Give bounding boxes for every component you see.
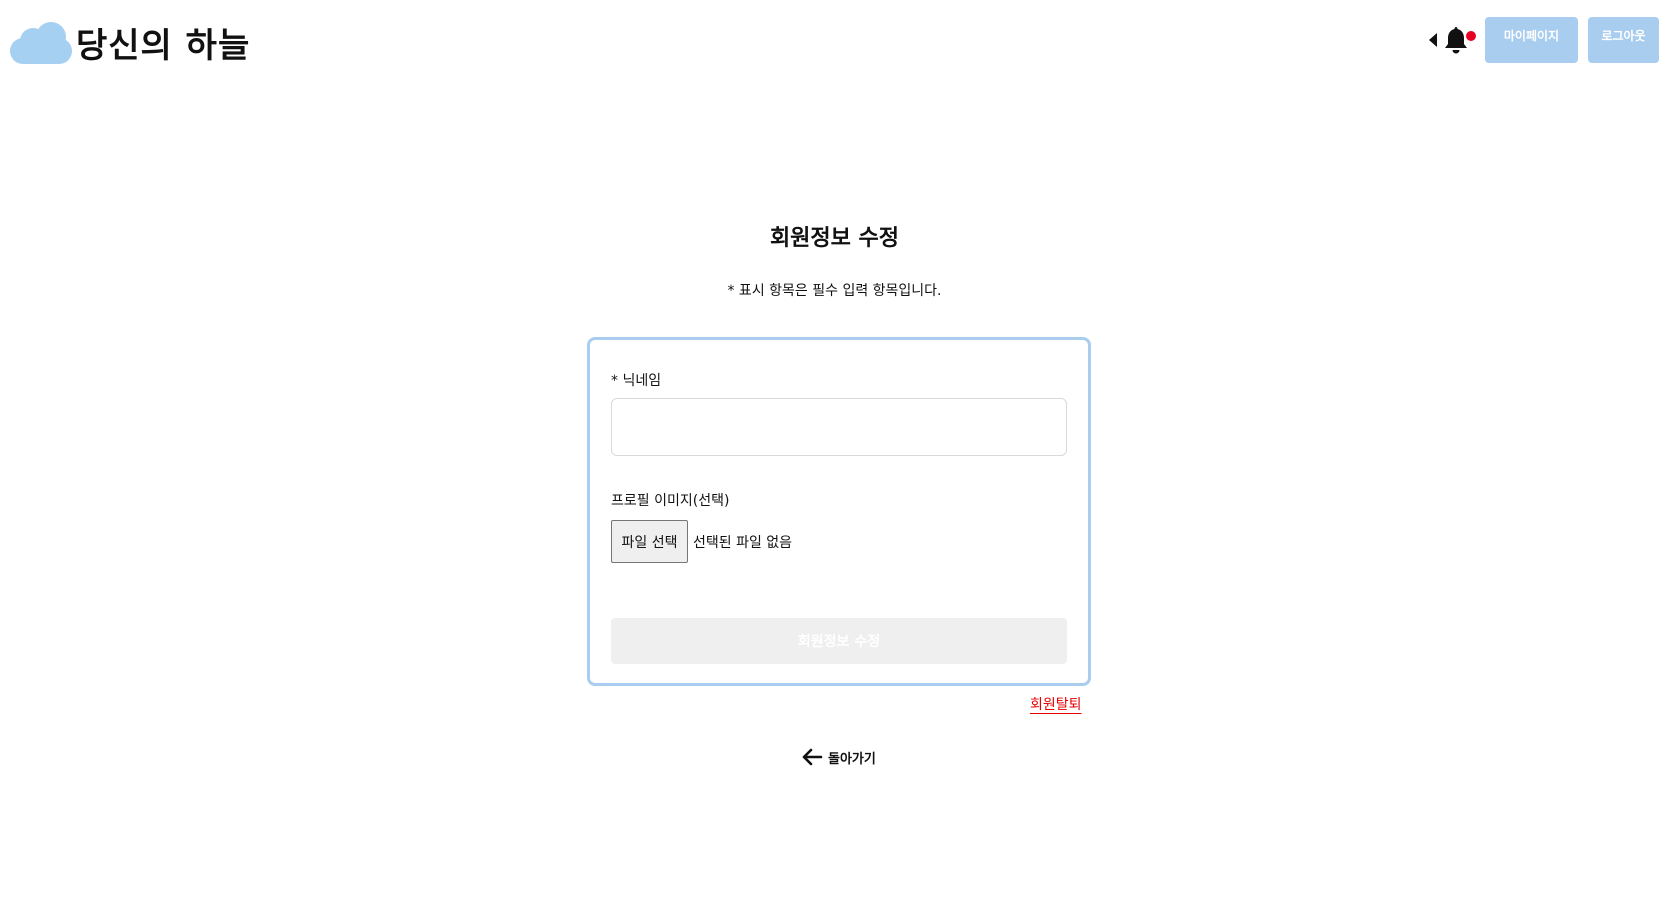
file-input: 파일 선택 선택된 파일 없음 <box>611 520 792 563</box>
header: 당신의 하늘 마이페이지 로그아웃 <box>0 0 1669 80</box>
withdraw-link[interactable]: 회원탈퇴 <box>1030 694 1082 714</box>
back-link[interactable]: 돌아가기 <box>800 745 876 769</box>
header-actions: 마이페이지 로그아웃 <box>1429 17 1659 63</box>
logo[interactable]: 당신의 하늘 <box>10 18 250 67</box>
mypage-button[interactable]: 마이페이지 <box>1485 17 1578 63</box>
page-title: 회원정보 수정 <box>769 226 900 251</box>
profile-image-label: 프로필 이미지(선택) <box>611 493 730 509</box>
file-status-text: 선택된 파일 없음 <box>693 534 793 551</box>
caret-left-icon[interactable] <box>1429 33 1437 47</box>
required-notice: * 표시 항목은 필수 입력 항목입니다. <box>727 283 942 299</box>
notification-dot <box>1466 31 1476 41</box>
bell-icon[interactable] <box>1443 25 1476 55</box>
profile-edit-form: * 닉네임 프로필 이미지(선택) 파일 선택 선택된 파일 없음 회원정보 수… <box>587 337 1091 686</box>
nickname-label: * 닉네임 <box>611 373 662 389</box>
cloud-logo-icon <box>10 21 72 64</box>
logout-button[interactable]: 로그아웃 <box>1588 17 1659 63</box>
submit-button[interactable]: 회원정보 수정 <box>611 618 1067 664</box>
logo-text: 당신의 하늘 <box>76 26 251 66</box>
arrow-left-icon <box>802 748 823 766</box>
file-select-button[interactable]: 파일 선택 <box>611 520 688 563</box>
back-label: 돌아가기 <box>828 751 876 767</box>
nickname-input[interactable] <box>611 398 1067 456</box>
